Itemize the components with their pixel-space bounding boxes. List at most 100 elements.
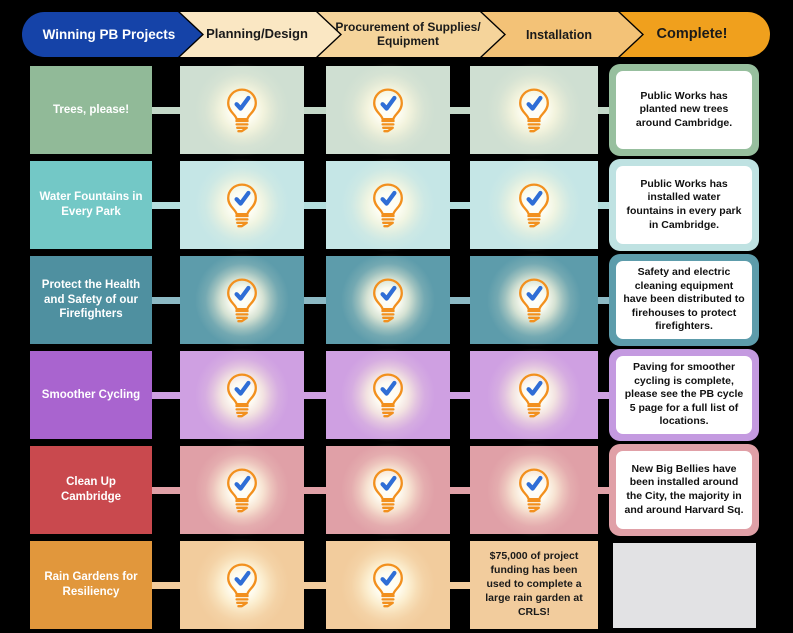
- lightbulb-check-icon: [373, 373, 403, 418]
- callout-text: Paving for smoother cycling is complete,…: [624, 360, 744, 428]
- callout-box[interactable]: Paving for smoother cycling is complete,…: [609, 349, 759, 441]
- row-connector: [152, 392, 181, 399]
- callout-inner: New Big Bellies have been installed arou…: [616, 451, 752, 529]
- stage-header-label: Winning PB Projects: [42, 26, 176, 42]
- stage-header-4[interactable]: Installation: [482, 12, 642, 57]
- lightbulb-check-icon: [227, 563, 257, 608]
- completed-indicator: [194, 347, 290, 443]
- completed-indicator: [194, 62, 290, 158]
- project-row: Smoother Cycling Paving for smoother cyc…: [0, 348, 793, 442]
- completed-indicator: [486, 157, 582, 253]
- project-row: Protect the Health and Safety of our Fir…: [0, 253, 793, 347]
- row-connector: [152, 202, 181, 209]
- stage-header-1[interactable]: Winning PB Projects: [22, 12, 202, 57]
- stage-header-label: Installation: [526, 27, 592, 42]
- callout-box[interactable]: Public Works has installed water fountai…: [609, 159, 759, 251]
- row-connector: [152, 487, 181, 494]
- stage-cell[interactable]: [326, 443, 450, 537]
- stage-cell[interactable]: $75,000 of project funding has been used…: [470, 541, 598, 629]
- stage-cell[interactable]: [470, 253, 598, 347]
- row-connector: [449, 392, 471, 399]
- completed-indicator: [340, 537, 436, 633]
- lightbulb-check-icon: [519, 183, 549, 228]
- callout-text: Public Works has planted new trees aroun…: [635, 89, 733, 129]
- project-label: Trees, please!: [52, 103, 130, 116]
- row-connector: [152, 297, 181, 304]
- row-connector: [303, 107, 327, 114]
- project-label-cell[interactable]: Smoother Cycling: [30, 351, 152, 439]
- row-connector: [152, 582, 181, 589]
- lightbulb-check-icon: [519, 278, 549, 323]
- lightbulb-check-icon: [373, 278, 403, 323]
- stage-header-label: Procurement of Supplies/ Equipment: [335, 20, 481, 48]
- stage-cell[interactable]: [470, 443, 598, 537]
- completed-indicator: [340, 157, 436, 253]
- callout-box[interactable]: Safety and electric cleaning equipment h…: [609, 254, 759, 346]
- lightbulb-check-icon: [227, 88, 257, 133]
- completed-indicator: [340, 252, 436, 348]
- row-connector: [303, 297, 327, 304]
- completed-indicator: [486, 442, 582, 538]
- callout-box[interactable]: New Big Bellies have been installed arou…: [609, 444, 759, 536]
- row-connector: [303, 202, 327, 209]
- stage-cell[interactable]: [326, 348, 450, 442]
- completed-indicator: [486, 252, 582, 348]
- stage-header-bar: Winning PB Projects Planning/Design Procur…: [22, 12, 770, 57]
- completed-indicator: [486, 62, 582, 158]
- callout-inner: Paving for smoother cycling is complete,…: [616, 356, 752, 434]
- callout-empty[interactable]: [613, 543, 756, 628]
- row-connector: [449, 487, 471, 494]
- completed-indicator: [340, 62, 436, 158]
- project-label: Clean Up Cambridge: [60, 476, 122, 503]
- stage-cell[interactable]: [180, 253, 304, 347]
- project-row: Rain Gardens for Resiliency $75,000 of p…: [0, 538, 793, 632]
- project-label-cell[interactable]: Trees, please!: [30, 66, 152, 154]
- row-connector: [303, 582, 327, 589]
- project-label-cell[interactable]: Clean Up Cambridge: [30, 446, 152, 534]
- project-row: Water Fountains in Every Park Public Wor…: [0, 158, 793, 252]
- stage-note-text: $75,000 of project funding has been used…: [485, 550, 583, 618]
- stage-cell[interactable]: [180, 538, 304, 632]
- callout-inner: Safety and electric cleaning equipment h…: [616, 261, 752, 339]
- row-connector: [449, 582, 471, 589]
- stage-header-2[interactable]: Planning/Design: [180, 12, 340, 57]
- row-connector: [449, 202, 471, 209]
- stage-cell[interactable]: [180, 348, 304, 442]
- stage-cell[interactable]: [326, 63, 450, 157]
- lightbulb-check-icon: [227, 278, 257, 323]
- completed-indicator: [194, 157, 290, 253]
- lightbulb-check-icon: [227, 183, 257, 228]
- lightbulb-check-icon: [519, 373, 549, 418]
- stage-cell[interactable]: [180, 443, 304, 537]
- project-label-cell[interactable]: Water Fountains in Every Park: [30, 161, 152, 249]
- stage-cell[interactable]: [326, 538, 450, 632]
- stage-cell[interactable]: [180, 63, 304, 157]
- completed-indicator: [340, 442, 436, 538]
- callout-text: Safety and electric cleaning equipment h…: [623, 265, 745, 333]
- projects-grid: Trees, please! Public Works has planted …: [0, 0, 793, 633]
- project-label-cell[interactable]: Protect the Health and Safety of our Fir…: [30, 256, 152, 344]
- stage-cell[interactable]: [470, 348, 598, 442]
- row-connector: [449, 107, 471, 114]
- completed-indicator: [340, 347, 436, 443]
- stage-cell[interactable]: [470, 158, 598, 252]
- callout-box[interactable]: Public Works has planted new trees aroun…: [609, 64, 759, 156]
- completed-indicator: [194, 442, 290, 538]
- lightbulb-check-icon: [373, 183, 403, 228]
- row-connector: [303, 392, 327, 399]
- stage-header-3[interactable]: Procurement of Supplies/ Equipment: [318, 12, 504, 57]
- callout-text: New Big Bellies have been installed arou…: [624, 462, 744, 516]
- lightbulb-check-icon: [519, 468, 549, 513]
- callout-inner: Public Works has installed water fountai…: [616, 166, 752, 244]
- project-label-cell[interactable]: Rain Gardens for Resiliency: [30, 541, 152, 629]
- project-label: Protect the Health and Safety of our Fir…: [41, 278, 141, 321]
- lightbulb-check-icon: [227, 468, 257, 513]
- project-label: Water Fountains in Every Park: [39, 191, 143, 218]
- project-row: Trees, please! Public Works has planted …: [0, 63, 793, 157]
- stage-cell[interactable]: [470, 63, 598, 157]
- stage-cell[interactable]: [180, 158, 304, 252]
- stage-cell[interactable]: [326, 253, 450, 347]
- row-connector: [449, 297, 471, 304]
- stage-cell[interactable]: [326, 158, 450, 252]
- completed-indicator: [194, 537, 290, 633]
